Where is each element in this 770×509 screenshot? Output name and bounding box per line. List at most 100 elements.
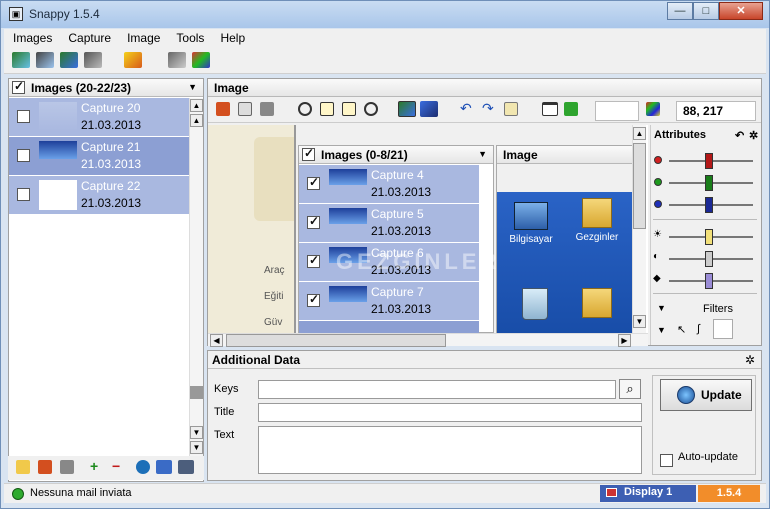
blue-slider-knob[interactable] bbox=[705, 197, 713, 213]
item-checkbox[interactable] bbox=[17, 188, 30, 201]
scroll-up-icon[interactable]: ▲ bbox=[633, 127, 646, 140]
chevron-down-icon[interactable]: ▼ bbox=[188, 82, 197, 92]
refresh-icon[interactable] bbox=[136, 460, 150, 474]
image-toolbar: ↶ ↷ 88, 217 bbox=[208, 97, 761, 123]
import-icon[interactable] bbox=[178, 460, 194, 474]
remove-icon[interactable]: − bbox=[112, 459, 126, 474]
nested-snappy-screenshot: Images (0-8/21) ▼ Capture 4 21.03.2013 C… bbox=[294, 125, 642, 333]
menu-images[interactable]: Images bbox=[4, 29, 59, 46]
menu-tools[interactable]: Tools bbox=[167, 29, 211, 46]
nested-item-checkbox bbox=[307, 214, 320, 229]
green-slider-knob[interactable] bbox=[705, 175, 713, 191]
close-button[interactable]: ✕ bbox=[719, 2, 763, 20]
chevron-down-icon[interactable]: ▼ bbox=[657, 325, 666, 335]
send-icon[interactable] bbox=[564, 102, 578, 116]
chevron-down-icon[interactable]: ▼ bbox=[657, 303, 666, 313]
add-note-icon[interactable] bbox=[504, 102, 518, 116]
pointer-icon[interactable]: ↖ bbox=[677, 323, 686, 336]
maximize-button[interactable]: □ bbox=[693, 2, 719, 20]
window-icon[interactable] bbox=[542, 102, 558, 116]
save-icon[interactable] bbox=[38, 460, 52, 474]
image-mode-icon[interactable] bbox=[420, 101, 438, 117]
canvas-hscroll[interactable]: ◀ ▶ bbox=[208, 333, 648, 347]
zoom-out-icon[interactable] bbox=[364, 102, 378, 116]
add-icon[interactable]: + bbox=[90, 459, 104, 474]
green-slider[interactable] bbox=[669, 175, 753, 191]
view-mode-icon[interactable] bbox=[398, 101, 416, 117]
images-toolbar: + − bbox=[8, 456, 204, 480]
contrast-slider-knob[interactable] bbox=[705, 251, 713, 267]
computer-icon: Bilgisayar bbox=[509, 202, 553, 245]
filter-value-field[interactable] bbox=[713, 319, 733, 339]
red-slider[interactable] bbox=[669, 153, 753, 169]
scroll-top-icon[interactable]: ▲ bbox=[190, 99, 203, 112]
saturation-slider-knob[interactable] bbox=[705, 273, 713, 289]
capture-fullscreen-icon[interactable] bbox=[12, 52, 30, 68]
save-icon[interactable] bbox=[216, 102, 230, 116]
reset-icon[interactable]: ↶ bbox=[735, 129, 744, 142]
open-folder-icon[interactable] bbox=[16, 460, 30, 474]
color-picker-icon[interactable] bbox=[646, 102, 660, 116]
minimize-button[interactable]: — bbox=[667, 2, 693, 20]
scroll-down-icon[interactable]: ▼ bbox=[633, 315, 646, 328]
export-icon[interactable] bbox=[156, 460, 172, 474]
item-name: Capture 21 bbox=[81, 140, 141, 154]
brightness-slider-knob[interactable] bbox=[705, 229, 713, 245]
tools-icon[interactable] bbox=[168, 52, 186, 68]
undo-icon[interactable]: ↶ bbox=[460, 101, 474, 116]
select-all-checkbox[interactable] bbox=[12, 79, 25, 94]
lasso-icon[interactable]: ∫ bbox=[697, 323, 700, 335]
print-icon[interactable] bbox=[60, 460, 74, 474]
update-button[interactable]: Update bbox=[660, 379, 752, 411]
brightness-slider[interactable] bbox=[669, 229, 753, 245]
lightning-icon[interactable] bbox=[124, 52, 142, 68]
auto-update-checkbox[interactable] bbox=[660, 454, 673, 467]
list-item[interactable]: Capture 21 21.03.2013 bbox=[9, 137, 189, 175]
scroll-bottom-icon[interactable]: ▼ bbox=[190, 441, 203, 454]
title-field[interactable] bbox=[258, 403, 642, 422]
saturation-slider[interactable] bbox=[669, 273, 753, 289]
item-date: 21.03.2013 bbox=[81, 118, 142, 132]
item-checkbox[interactable] bbox=[17, 110, 30, 123]
nested-images-title: Images (0-8/21) bbox=[321, 148, 408, 162]
stretch-icon[interactable] bbox=[342, 102, 356, 116]
settings-icon[interactable]: ✲ bbox=[749, 129, 758, 142]
list-item[interactable]: Capture 22 21.03.2013 bbox=[9, 176, 189, 214]
menu-image[interactable]: Image bbox=[118, 29, 167, 46]
keys-field[interactable] bbox=[258, 380, 616, 399]
fit-icon[interactable] bbox=[320, 102, 334, 116]
menu-help[interactable]: Help bbox=[211, 29, 252, 46]
zoom-field[interactable] bbox=[595, 101, 639, 121]
image-canvas[interactable]: Araç Eğiti Güv Images (0-8/21) ▼ Capture… bbox=[208, 125, 648, 333]
search-icon[interactable]: ⌕ bbox=[619, 379, 641, 399]
capture-region-icon[interactable] bbox=[60, 52, 78, 68]
version-badge: 1.5.4 bbox=[698, 485, 760, 502]
scroll-thumb[interactable] bbox=[633, 143, 646, 229]
item-checkbox[interactable] bbox=[17, 149, 30, 162]
images-scrollbar[interactable]: ▲ ▲ ▼ ▼ bbox=[189, 98, 203, 456]
redo-icon[interactable]: ↷ bbox=[482, 101, 496, 116]
desktop-label-bilgisayar: Bilgisayar bbox=[509, 234, 553, 245]
scroll-right-icon[interactable]: ▶ bbox=[618, 334, 631, 347]
palette-icon[interactable] bbox=[192, 52, 210, 68]
zoom-icon[interactable] bbox=[298, 102, 312, 116]
contrast-slider[interactable] bbox=[669, 251, 753, 267]
red-slider-knob[interactable] bbox=[705, 153, 713, 169]
scroll-up-icon[interactable]: ▲ bbox=[190, 114, 203, 127]
nested-image-panel: Image Bilgisayar Gezginler bbox=[496, 145, 642, 333]
text-area[interactable] bbox=[258, 426, 642, 474]
capture-object-icon[interactable] bbox=[84, 52, 102, 68]
scroll-left-icon[interactable]: ◀ bbox=[210, 334, 223, 347]
scroll-thumb[interactable] bbox=[226, 334, 446, 347]
blue-slider[interactable] bbox=[669, 197, 753, 213]
display-selector[interactable]: Display 1 bbox=[600, 485, 696, 502]
list-item[interactable]: Capture 20 21.03.2013 bbox=[9, 98, 189, 136]
menu-capture[interactable]: Capture bbox=[59, 29, 118, 46]
capture-window-icon[interactable] bbox=[36, 52, 54, 68]
scroll-thumb[interactable] bbox=[190, 386, 203, 399]
settings-icon[interactable]: ✲ bbox=[745, 353, 755, 367]
copy-icon[interactable] bbox=[238, 102, 252, 116]
scroll-down-icon[interactable]: ▼ bbox=[190, 426, 203, 439]
canvas-vscroll[interactable]: ▲ ▼ bbox=[632, 125, 646, 333]
print-icon[interactable] bbox=[260, 102, 274, 116]
